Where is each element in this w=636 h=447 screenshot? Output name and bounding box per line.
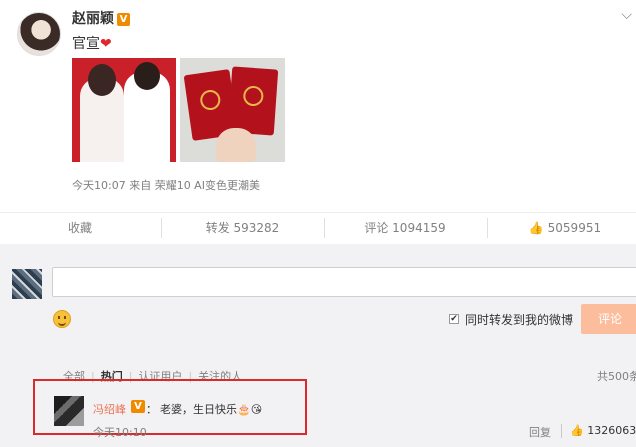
repost-button[interactable]: 转发 593282: [170, 213, 315, 243]
comment-section: ✔ 同时转发到我的微博 评论 全部 | 热门 | 认证用户 | 关注的人 共500条 冯绍峰…: [0, 244, 636, 447]
certificate-book: [227, 66, 279, 136]
comment-like-count: 1326063: [587, 424, 636, 437]
comment-like-button[interactable]: 👍 1326063: [570, 424, 636, 437]
author-name[interactable]: 赵丽颖: [72, 11, 114, 27]
comment-author[interactable]: 冯绍峰: [93, 401, 126, 417]
like-button[interactable]: 👍 5059951: [495, 213, 635, 243]
comment-button[interactable]: 评论 1094159: [330, 213, 480, 243]
verified-badge-icon: V: [117, 13, 130, 26]
reply-button[interactable]: 回复: [529, 424, 551, 440]
chevron-down-icon[interactable]: ⌵: [621, 7, 632, 23]
comment-avatar[interactable]: [54, 396, 84, 426]
heart-icon: ❤: [100, 36, 112, 52]
photo-figure-woman: [80, 64, 124, 162]
author-name-row[interactable]: 赵丽颖 V: [72, 8, 130, 28]
comment-total: 共500条: [597, 370, 636, 383]
favorite-button[interactable]: 收藏: [40, 213, 120, 243]
comment-time: 今天10:10: [93, 426, 147, 439]
current-user-avatar: [12, 269, 42, 299]
emoji-icon[interactable]: [53, 310, 71, 328]
post-actions-bar: 收藏 转发 593282 评论 1094159 👍 5059951: [0, 212, 636, 242]
post-meta: 今天10:07 来自 荣耀10 AI变色更潮美: [72, 179, 260, 192]
thumbs-up-icon: 👍: [528, 221, 544, 235]
divider: [561, 424, 562, 438]
like-count: 5059951: [547, 221, 602, 235]
submit-comment-button[interactable]: 评论: [581, 304, 636, 334]
post-photo-certificates[interactable]: [180, 58, 285, 162]
verified-badge-icon: V: [131, 400, 145, 413]
thumbs-up-icon: 👍: [570, 424, 584, 437]
divider: [161, 218, 162, 238]
also-repost-label[interactable]: 同时转发到我的微博: [465, 311, 573, 328]
divider: [324, 218, 325, 238]
photo-figure-man: [124, 62, 170, 162]
weibo-post: 赵丽颖 V ⌵ 官宣❤ 今天10:07 来自 荣耀10 AI变色更潮美: [0, 0, 636, 212]
author-avatar[interactable]: [17, 12, 61, 56]
divider: [487, 218, 488, 238]
hand-shape: [216, 128, 256, 162]
post-text: 官宣❤: [72, 36, 112, 52]
comment-text: 老婆，生日快乐🎂😘: [160, 403, 263, 416]
post-photo-couple[interactable]: [72, 58, 176, 162]
comment-colon: ：: [146, 403, 157, 416]
comment-input[interactable]: [52, 267, 636, 297]
also-repost-checkbox[interactable]: ✔: [449, 314, 459, 324]
